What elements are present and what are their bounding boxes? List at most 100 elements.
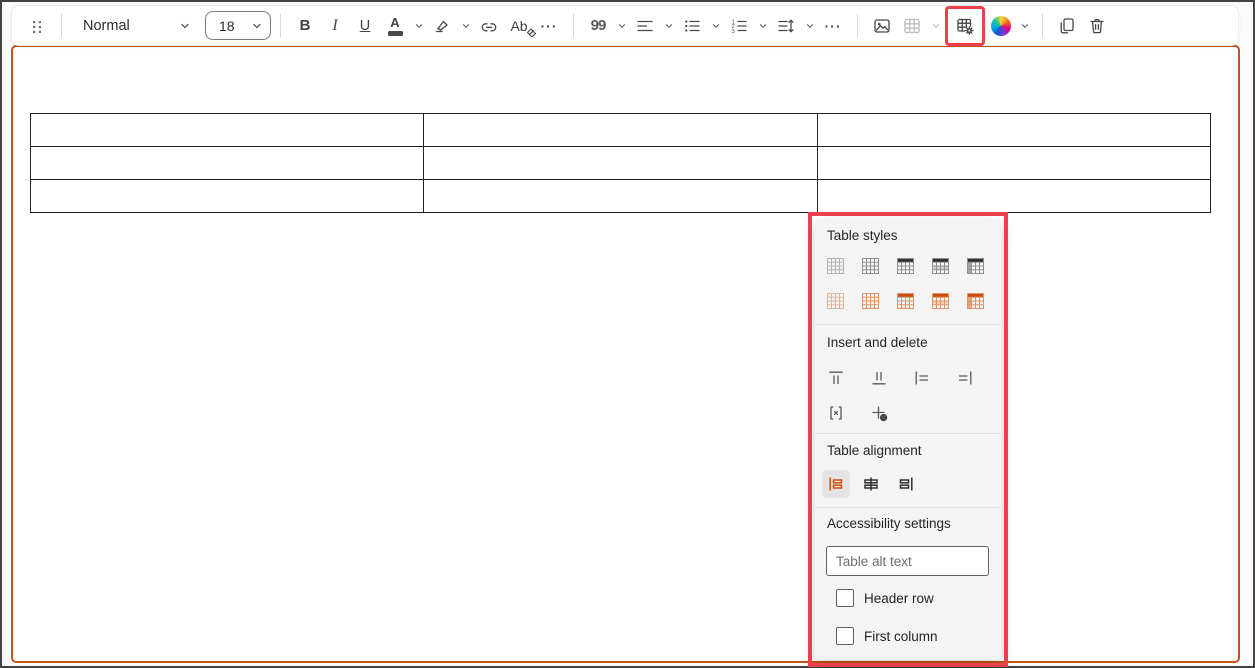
highlight-menu-chevron[interactable] <box>457 11 474 41</box>
line-spacing-button[interactable] <box>771 11 801 41</box>
more-icon: ··· <box>825 18 842 34</box>
editor-window: Normal 18 B I U A <box>0 0 1255 668</box>
header-row-option[interactable]: Header row <box>836 589 934 607</box>
insert-table-button[interactable] <box>897 11 927 41</box>
table-cell[interactable] <box>424 147 817 180</box>
highlight-button[interactable] <box>427 11 457 41</box>
delete-row-button[interactable] <box>995 365 1001 391</box>
table-styles-title: Table styles <box>827 228 898 243</box>
header-row-label: Header row <box>864 591 934 606</box>
table-alignment-title: Table alignment <box>827 443 922 458</box>
align-menu-chevron[interactable] <box>660 11 677 41</box>
table-style-header-icon[interactable] <box>897 258 914 274</box>
insert-column-right-button[interactable] <box>952 365 978 391</box>
copy-button[interactable] <box>1052 11 1082 41</box>
trash-icon <box>1087 16 1107 36</box>
numbered-list-icon: 1 2 3 <box>729 16 749 36</box>
insert-image-button[interactable] <box>867 11 897 41</box>
numbered-list-button[interactable]: 1 2 3 <box>724 11 754 41</box>
table-cell[interactable] <box>31 147 424 180</box>
more-text-options-button[interactable]: ··· <box>534 11 564 41</box>
font-color-button[interactable]: A <box>380 11 410 41</box>
toolbar-divider <box>280 14 281 38</box>
toolbar-divider <box>573 14 574 38</box>
delete-button[interactable] <box>1082 11 1112 41</box>
svg-text:3: 3 <box>732 29 735 35</box>
panel-divider <box>815 324 1001 325</box>
table-row <box>31 114 1211 147</box>
header-row-checkbox[interactable] <box>836 589 854 607</box>
quote-icon: 99 <box>591 17 606 34</box>
toolbar-divider <box>1042 14 1043 38</box>
clear-formatting-button[interactable]: Ab <box>504 11 534 41</box>
copilot-button[interactable] <box>986 11 1016 41</box>
insert-row-above-button[interactable] <box>823 365 849 391</box>
more-paragraph-options-button[interactable]: ··· <box>818 11 848 41</box>
highlighter-icon <box>432 16 452 36</box>
table-cell[interactable] <box>817 114 1210 147</box>
align-table-right-icon <box>897 475 915 493</box>
chevron-down-icon <box>461 21 471 31</box>
bullet-list-menu-chevron[interactable] <box>707 11 724 41</box>
drag-handle[interactable] <box>22 11 52 41</box>
italic-button[interactable]: I <box>320 11 350 41</box>
chevron-down-icon <box>251 20 263 32</box>
document-table[interactable] <box>30 113 1211 213</box>
align-table-left-icon <box>827 475 845 493</box>
table-style-header-banded-accent-icon[interactable] <box>932 293 949 309</box>
line-spacing-menu-chevron[interactable] <box>801 11 818 41</box>
table-cell[interactable] <box>31 114 424 147</box>
align-table-left-button[interactable] <box>822 470 850 498</box>
table-icon <box>902 16 922 36</box>
table-style-grid-accent-icon[interactable] <box>862 293 879 309</box>
table-settings-button[interactable] <box>950 11 980 41</box>
quote-button[interactable]: 99 <box>583 11 613 41</box>
table-style-header-first-column-icon[interactable] <box>967 258 984 274</box>
table-style-grid-icon[interactable] <box>862 258 879 274</box>
first-column-option[interactable]: First column <box>836 627 938 645</box>
underline-button[interactable]: U <box>350 11 380 41</box>
chevron-down-icon <box>414 21 424 31</box>
table-style-header-first-column-accent-icon[interactable] <box>967 293 984 309</box>
insert-delete-row-1 <box>823 365 1001 391</box>
table-style-header-accent-icon[interactable] <box>897 293 914 309</box>
first-column-checkbox[interactable] <box>836 627 854 645</box>
paragraph-style-dropdown[interactable]: Normal <box>71 11 199 41</box>
link-icon <box>479 16 499 36</box>
font-size-dropdown[interactable]: 18 <box>205 11 271 40</box>
insert-row-below-button[interactable] <box>866 365 892 391</box>
table-settings-icon <box>955 16 975 36</box>
document-canvas[interactable] <box>11 45 1240 663</box>
bold-button[interactable]: B <box>290 11 320 41</box>
table-style-plain-light-accent-icon[interactable] <box>827 293 844 309</box>
table-alt-text-input[interactable] <box>826 546 989 576</box>
insert-table-menu-chevron[interactable] <box>927 11 944 41</box>
table-cell[interactable] <box>424 180 817 213</box>
bullet-list-button[interactable] <box>677 11 707 41</box>
copilot-menu-chevron[interactable] <box>1016 11 1033 41</box>
image-icon <box>872 16 892 36</box>
toolbar-divider <box>857 14 858 38</box>
quote-menu-chevron[interactable] <box>613 11 630 41</box>
table-styles-row-neutral <box>827 258 984 274</box>
chevron-down-icon <box>179 20 191 32</box>
delete-table-button[interactable] <box>866 400 892 426</box>
numbered-list-menu-chevron[interactable] <box>754 11 771 41</box>
link-button[interactable] <box>474 11 504 41</box>
document-table-body <box>31 114 1211 213</box>
align-button[interactable] <box>630 11 660 41</box>
insert-delete-row-2 <box>823 400 892 426</box>
font-color-menu-chevron[interactable] <box>410 11 427 41</box>
delete-column-button[interactable] <box>823 400 849 426</box>
table-cell[interactable] <box>424 114 817 147</box>
table-cell[interactable] <box>817 180 1210 213</box>
insert-column-left-button[interactable] <box>909 365 935 391</box>
chevron-down-icon <box>617 21 627 31</box>
align-table-center-button[interactable] <box>857 470 885 498</box>
table-cell[interactable] <box>31 180 424 213</box>
align-table-right-button[interactable] <box>892 470 920 498</box>
table-style-plain-light-icon[interactable] <box>827 258 844 274</box>
chevron-down-icon <box>711 21 721 31</box>
table-style-header-banded-icon[interactable] <box>932 258 949 274</box>
table-cell[interactable] <box>817 147 1210 180</box>
